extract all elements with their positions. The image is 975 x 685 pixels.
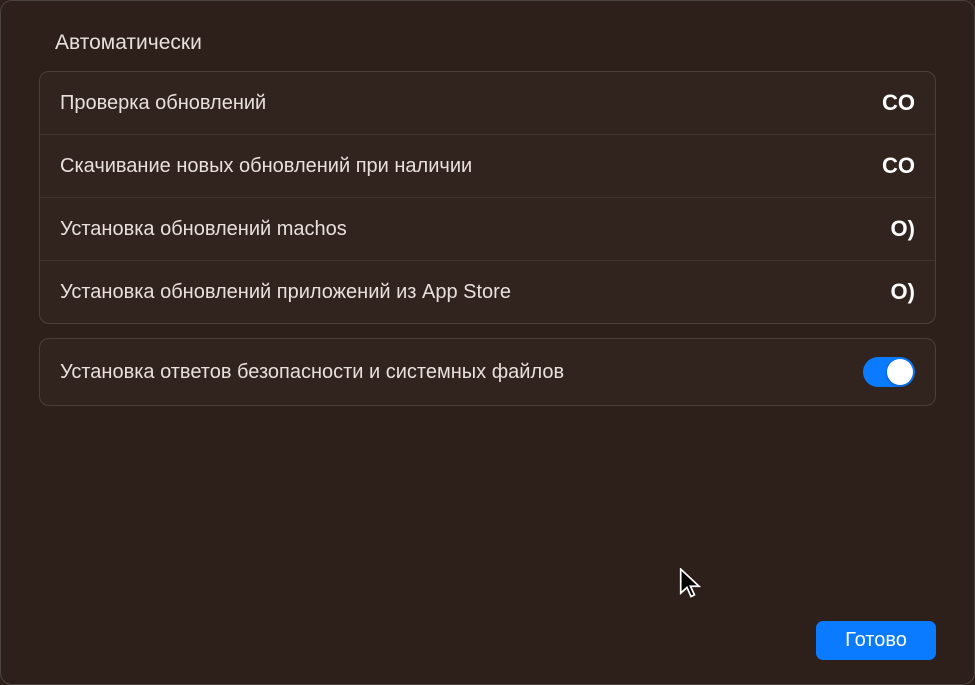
setting-label: Установка обновлений machos	[60, 218, 347, 241]
settings-group-security: Установка ответов безопасности и системн…	[39, 338, 936, 406]
section-title: Автоматически	[39, 31, 936, 55]
spacer	[39, 420, 936, 613]
settings-window: Автоматически Проверка обновлений CO Ска…	[0, 0, 975, 685]
setting-security-responses[interactable]: Установка ответов безопасности и системн…	[40, 339, 935, 405]
setting-label: Проверка обновлений	[60, 92, 266, 115]
settings-group-updates: Проверка обновлений CO Скачивание новых …	[39, 71, 936, 324]
setting-label: Установка ответов безопасности и системн…	[60, 361, 564, 384]
setting-install-appstore[interactable]: Установка обновлений приложений из App S…	[40, 261, 935, 323]
setting-value: O)	[865, 216, 915, 242]
setting-download-updates[interactable]: Скачивание новых обновлений при наличии …	[40, 135, 935, 198]
done-button[interactable]: Готово	[816, 621, 936, 660]
setting-label: Установка обновлений приложений из App S…	[60, 281, 511, 304]
button-row: Готово	[39, 613, 936, 660]
setting-check-updates[interactable]: Проверка обновлений CO	[40, 72, 935, 135]
setting-value: CO	[865, 90, 915, 116]
setting-install-macos[interactable]: Установка обновлений machos O)	[40, 198, 935, 261]
toggle-knob	[887, 359, 913, 385]
setting-value: CO	[865, 153, 915, 179]
toggle-security-responses[interactable]	[863, 357, 915, 387]
setting-value: O)	[865, 279, 915, 305]
setting-label: Скачивание новых обновлений при наличии	[60, 155, 472, 178]
